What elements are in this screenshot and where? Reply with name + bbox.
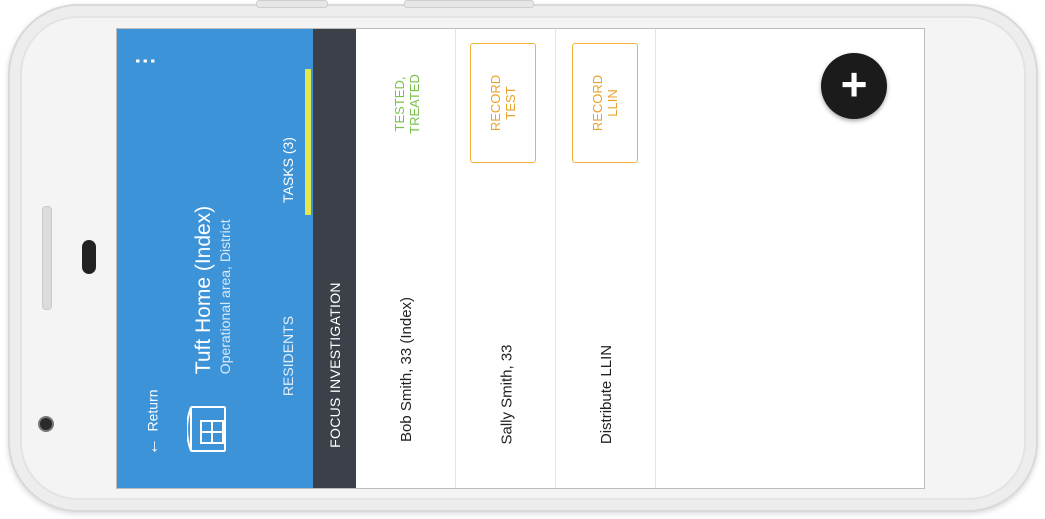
plus-icon: + <box>840 58 868 110</box>
tab-residents[interactable]: RESIDENTS <box>275 311 301 401</box>
page-subtitle: Operational area, District <box>217 219 234 375</box>
record-test-button[interactable]: RECORD TEST <box>470 43 536 163</box>
page-title: Tuft Home (Index) <box>192 205 216 375</box>
task-name: Distribute LLIN <box>598 344 616 444</box>
tab-active-indicator <box>305 69 311 215</box>
task-status: TESTED, TREATED <box>392 74 422 134</box>
record-llin-button[interactable]: RECORD LLIN <box>572 43 638 163</box>
front-camera <box>38 416 54 432</box>
section-title: FOCUS INVESTIGATION <box>327 282 343 448</box>
back-arrow-icon: ← <box>141 437 162 456</box>
app-screen: ⋮ ← Return Tuft Home (Index) Operational… <box>116 28 925 489</box>
power-button <box>404 0 534 8</box>
more-options-icon[interactable]: ⋮ <box>132 49 157 73</box>
task-name: Sally Smith, 33 <box>498 343 516 445</box>
task-name: Bob Smith, 33 (Index) <box>398 296 416 442</box>
proximity-sensor <box>82 240 96 274</box>
house-icon <box>186 403 229 455</box>
add-fab-button[interactable]: + <box>821 53 887 119</box>
return-link[interactable]: ← Return <box>137 377 167 467</box>
speaker-grille <box>42 206 52 310</box>
tab-tasks[interactable]: TASKS (3) <box>275 125 301 215</box>
volume-button <box>256 0 328 8</box>
location-title-block: Tuft Home (Index) Operational area, Dist… <box>185 179 241 401</box>
row-divider <box>655 29 656 488</box>
